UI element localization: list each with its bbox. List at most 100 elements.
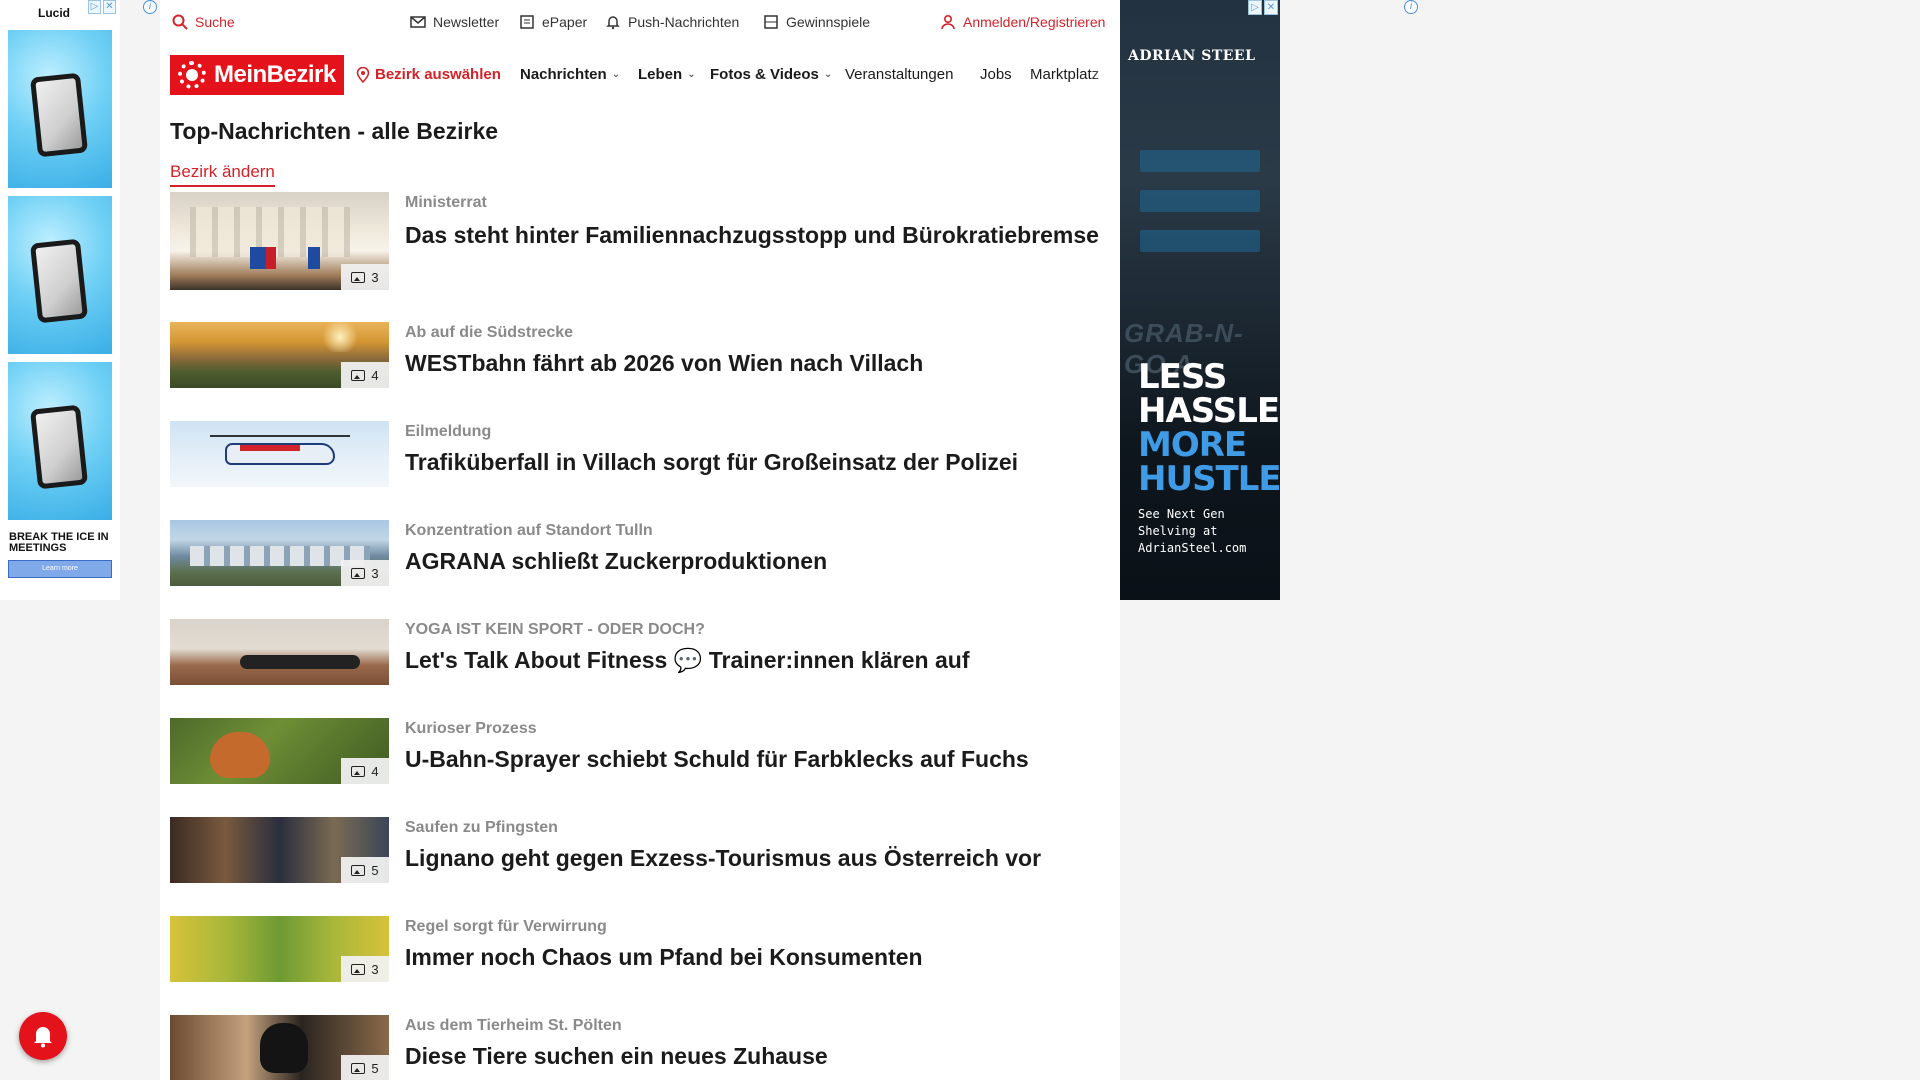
- district-label: Bezirk auswählen: [375, 66, 501, 83]
- article-headline[interactable]: AGRANA schließt Zuckerproduktionen: [405, 546, 1105, 576]
- article-thumbnail[interactable]: [170, 619, 389, 685]
- newsletter-label: Newsletter: [433, 14, 500, 30]
- nav-fade: [1090, 52, 1120, 98]
- article-headline[interactable]: U-Bahn-Sprayer schiebt Schuld für Farbkl…: [405, 744, 1105, 774]
- login-link[interactable]: Anmelden/Registrieren: [940, 14, 1105, 30]
- ad-shelf: [1140, 230, 1260, 252]
- article-thumbnail[interactable]: 5: [170, 1015, 389, 1080]
- search-label: Suche: [195, 14, 235, 30]
- nav-item-veranstaltungen[interactable]: Veranstaltungen: [845, 66, 953, 83]
- gallery-badge: 4: [341, 362, 389, 388]
- nav-item-nachrichten[interactable]: Nachrichten ⌄: [520, 66, 620, 83]
- article-thumbnail[interactable]: 3: [170, 192, 389, 290]
- ad-image: [8, 30, 112, 188]
- article-thumbnail[interactable]: 4: [170, 718, 389, 784]
- info-icon[interactable]: i: [1404, 0, 1418, 14]
- location-pin-icon: [356, 66, 370, 83]
- gallery-badge: 3: [341, 264, 389, 290]
- site-logo[interactable]: MeinBezirk: [170, 55, 344, 95]
- article-headline[interactable]: Das steht hinter Familiennachzugsstopp u…: [405, 220, 1105, 250]
- article-thumbnail[interactable]: [170, 421, 389, 487]
- article-headline[interactable]: Diese Tiere suchen ein neues Zuhause: [405, 1041, 1105, 1071]
- chevron-down-icon: ⌄: [611, 69, 621, 80]
- nav-item-leben[interactable]: Leben ⌄: [638, 66, 696, 83]
- gewinnspiele-link[interactable]: Gewinnspiele: [763, 14, 870, 30]
- article-kicker: Ab auf die Südstrecke: [405, 324, 574, 341]
- newsletter-link[interactable]: Newsletter: [410, 14, 499, 30]
- gallery-icon: [351, 765, 366, 777]
- login-label: Anmelden/Registrieren: [963, 14, 1106, 30]
- district-select[interactable]: Bezirk auswählen: [356, 66, 501, 83]
- close-icon[interactable]: ✕: [103, 0, 116, 14]
- article-headline[interactable]: WESTbahn fährt ab 2026 von Wien nach Vil…: [405, 348, 1105, 378]
- push-label: Push-Nachrichten: [628, 14, 740, 30]
- gallery-count: 3: [371, 961, 379, 977]
- search-icon: [172, 14, 188, 30]
- gallery-count: 3: [371, 565, 379, 581]
- article-kicker: YOGA IST KEIN SPORT - ODER DOCH?: [405, 621, 705, 638]
- article-kicker: Aus dem Tierheim St. Pölten: [405, 1017, 622, 1034]
- article-headline[interactable]: Trafiküberfall in Villach sorgt für Groß…: [405, 447, 1105, 477]
- chevron-down-icon: ⌄: [823, 69, 833, 80]
- gallery-icon: [351, 369, 366, 381]
- article-thumbnail[interactable]: 3: [170, 520, 389, 586]
- gallery-badge: 3: [341, 560, 389, 586]
- gallery-badge: 4: [341, 758, 389, 784]
- gift-icon: [764, 15, 778, 29]
- left-ad[interactable]: Lucid ▷ ✕ BREAK THE ICE IN MEETINGS Learn…: [0, 0, 120, 600]
- nav-item-fotos-videos[interactable]: Fotos & Videos ⌄: [710, 66, 832, 83]
- gallery-badge: 5: [341, 1055, 389, 1080]
- search-button[interactable]: Suche: [172, 14, 235, 30]
- main-column: Suche Newsletter ePaper Push-Nachrichten…: [160, 0, 1120, 1080]
- logo-text: MeinBezirk: [214, 61, 336, 88]
- ad-learn-more-button[interactable]: Learn more: [8, 560, 112, 578]
- epaper-link[interactable]: ePaper: [519, 14, 587, 30]
- logo-icon: [178, 61, 206, 89]
- adchoices-icon[interactable]: ▷: [1248, 0, 1262, 15]
- ad-headline-2: MORE HUSTLE: [1138, 425, 1280, 499]
- gallery-icon: [351, 271, 366, 283]
- article-kicker: Kurioser Prozess: [405, 720, 537, 737]
- article-kicker: Ministerrat: [405, 194, 487, 211]
- gallery-icon: [351, 1062, 366, 1074]
- newspaper-icon: [520, 15, 534, 29]
- ad-brand: ADRIAN STEEL: [1128, 48, 1256, 64]
- article-headline[interactable]: Immer noch Chaos um Pfand bei Konsumente…: [405, 942, 1105, 972]
- change-district-link[interactable]: Bezirk ändern: [170, 162, 275, 187]
- info-icon[interactable]: i: [143, 0, 157, 14]
- notification-button[interactable]: [19, 1012, 67, 1060]
- right-ad[interactable]: ADRIAN STEEL GRAB-N-GO A LESS HASSLE, MO…: [1120, 0, 1280, 600]
- ad-headline-1: LESS HASSLE,: [1138, 357, 1280, 431]
- gallery-icon: [351, 567, 366, 579]
- gallery-count: 3: [371, 269, 379, 285]
- article-thumbnail[interactable]: 5: [170, 817, 389, 883]
- nav-label: Jobs: [980, 66, 1012, 83]
- article-kicker: Saufen zu Pfingsten: [405, 819, 558, 836]
- ad-brand: Lucid: [38, 6, 70, 20]
- nav-label: Fotos & Videos: [710, 66, 819, 83]
- ad-choices[interactable]: ▷ ✕: [1248, 0, 1278, 15]
- ad-shelf: [1140, 190, 1260, 212]
- article-kicker: Eilmeldung: [405, 423, 492, 440]
- chevron-down-icon: ⌄: [687, 69, 696, 80]
- article-headline[interactable]: Let's Talk About Fitness 💬 Trainer:innen…: [405, 645, 1105, 675]
- top-bar: Suche Newsletter ePaper Push-Nachrichten…: [160, 0, 1120, 46]
- article-thumbnail[interactable]: 4: [170, 322, 389, 388]
- adchoices-icon[interactable]: ▷: [88, 0, 101, 14]
- nav-item-jobs[interactable]: Jobs: [980, 66, 1012, 83]
- gallery-badge: 5: [341, 857, 389, 883]
- ad-choices[interactable]: ▷ ✕: [88, 0, 118, 16]
- close-icon[interactable]: ✕: [1264, 0, 1278, 15]
- article-thumbnail[interactable]: 3: [170, 916, 389, 982]
- push-link[interactable]: Push-Nachrichten: [605, 14, 739, 30]
- ad-shelf: [1140, 150, 1260, 172]
- gallery-count: 5: [371, 862, 379, 878]
- nav-label: Veranstaltungen: [845, 66, 954, 83]
- gallery-count: 4: [371, 367, 379, 383]
- nav-item-marktplatz[interactable]: Marktplatz: [1030, 66, 1099, 83]
- article-headline[interactable]: Lignano geht gegen Exzess-Tourismus aus …: [405, 843, 1105, 873]
- nav-label: Marktplatz: [1030, 66, 1100, 83]
- ad-image: [8, 362, 112, 520]
- nav-label: Nachrichten: [520, 66, 607, 83]
- ad-tagline: BREAK THE ICE IN MEETINGS: [9, 531, 109, 554]
